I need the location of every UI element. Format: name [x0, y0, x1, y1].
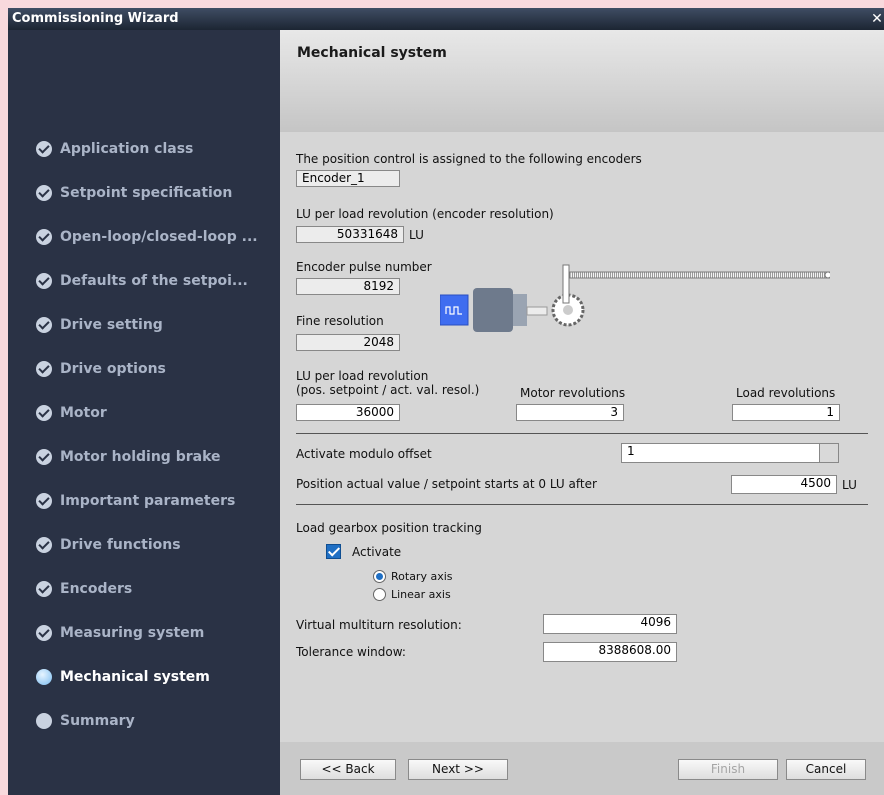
lu-position-label-line1: LU per load revolution	[296, 369, 429, 383]
pending-step-icon	[36, 713, 52, 729]
section-divider-2	[296, 504, 868, 505]
linear-axis-label: Linear axis	[391, 588, 451, 601]
rotary-axis-radio[interactable]	[373, 570, 386, 583]
load-revolutions-field[interactable]: 1	[732, 404, 840, 421]
modulo-offset-label: Activate modulo offset	[296, 447, 432, 461]
sidebar-item-label: Motor holding brake	[60, 449, 221, 465]
title-bar: Commissioning Wizard ✕	[8, 8, 884, 30]
sidebar-item-drive-functions[interactable]: Drive functions	[36, 534, 181, 556]
check-circle-icon	[36, 229, 52, 245]
pulse-field: 8192	[296, 278, 400, 295]
commissioning-wizard-window: Commissioning Wizard ✕ Application class…	[8, 8, 884, 795]
sidebar-item-label: Important parameters	[60, 493, 236, 509]
activate-checkbox[interactable]	[326, 544, 341, 559]
sidebar-item-label: Defaults of the setpoi...	[60, 273, 248, 289]
check-circle-icon	[36, 405, 52, 421]
position-start-field[interactable]: 4500	[731, 475, 837, 494]
motor-flange	[513, 294, 527, 326]
back-button[interactable]: << Back	[300, 759, 396, 780]
gear-hub	[563, 305, 573, 315]
check-circle-icon	[36, 185, 52, 201]
position-start-unit: LU	[842, 478, 857, 492]
active-step-icon	[36, 669, 52, 685]
section-divider	[296, 433, 868, 434]
rack-end	[824, 271, 830, 279]
lu-encoder-field: 50331648	[296, 226, 404, 243]
sidebar-item-label: Encoders	[60, 581, 133, 597]
sidebar-item-label: Drive functions	[60, 537, 181, 553]
sidebar-item-defaults-of-the-setpoi[interactable]: Defaults of the setpoi...	[36, 270, 248, 292]
dropdown-button[interactable]	[819, 444, 838, 462]
check-circle-icon	[36, 581, 52, 597]
close-icon[interactable]: ✕	[870, 8, 884, 30]
sidebar-item-label: Drive options	[60, 361, 166, 377]
lu-encoder-unit: LU	[409, 228, 424, 242]
multiturn-field[interactable]: 4096	[543, 614, 677, 634]
linear-axis-radio[interactable]	[373, 588, 386, 601]
gearbox-tracking-label: Load gearbox position tracking	[296, 521, 482, 535]
check-circle-icon	[36, 273, 52, 289]
sidebar-item-important-parameters[interactable]: Important parameters	[36, 490, 235, 512]
motor-revolutions-field[interactable]: 3	[516, 404, 624, 421]
sidebar-item-mechanical-system[interactable]: Mechanical system	[36, 666, 210, 688]
encoder-field: Encoder_1	[296, 170, 400, 187]
check-circle-icon	[36, 141, 52, 157]
tolerance-label: Tolerance window:	[296, 645, 406, 659]
load-revolutions-label: Load revolutions	[736, 386, 836, 400]
rack-vertical	[562, 264, 570, 304]
sidebar-item-drive-options[interactable]: Drive options	[36, 358, 166, 380]
next-button[interactable]: Next >>	[408, 759, 508, 780]
cancel-button[interactable]: Cancel	[786, 759, 866, 780]
encoders-label: The position control is assigned to the …	[296, 152, 642, 166]
check-circle-icon	[36, 625, 52, 641]
lu-position-label-line2: (pos. setpoint / act. val. resol.)	[296, 383, 480, 397]
modulo-offset-select[interactable]: 1	[621, 443, 839, 463]
fine-resolution-field: 2048	[296, 334, 400, 351]
check-circle-icon	[36, 537, 52, 553]
motor-illustration	[440, 264, 830, 332]
sidebar-item-measuring-system[interactable]: Measuring system	[36, 622, 204, 644]
pulse-label: Encoder pulse number	[296, 260, 432, 274]
sidebar-item-label: Drive setting	[60, 317, 163, 333]
sidebar-item-label: Summary	[60, 713, 135, 729]
motor-revolutions-label: Motor revolutions	[520, 386, 626, 400]
sidebar-item-label: Application class	[60, 141, 194, 157]
tolerance-field[interactable]: 8388608.00	[543, 642, 677, 662]
sidebar-item-summary[interactable]: Summary	[36, 710, 135, 732]
mechanical-system-form: The position control is assigned to the …	[280, 132, 884, 742]
sidebar-item-setpoint-specification[interactable]: Setpoint specification	[36, 182, 232, 204]
finish-button: Finish	[678, 759, 778, 780]
check-circle-icon	[36, 493, 52, 509]
sidebar-item-motor-holding-brake[interactable]: Motor holding brake	[36, 446, 221, 468]
sidebar-item-application-class[interactable]: Application class	[36, 138, 193, 160]
lu-encoder-label: LU per load revolution (encoder resoluti…	[296, 207, 554, 221]
position-start-label: Position actual value / setpoint starts …	[296, 477, 597, 491]
page-title: Mechanical system	[297, 45, 447, 61]
sidebar-item-label: Setpoint specification	[60, 185, 233, 201]
check-circle-icon	[36, 317, 52, 333]
window-title: Commissioning Wizard	[12, 11, 179, 26]
check-circle-icon	[36, 361, 52, 377]
wizard-footer: << Back Next >> Finish Cancel	[280, 742, 884, 795]
sidebar-item-motor[interactable]: Motor	[36, 402, 107, 424]
sidebar-item-label: Motor	[60, 405, 107, 421]
fine-resolution-label: Fine resolution	[296, 314, 384, 328]
sidebar-item-drive-setting[interactable]: Drive setting	[36, 314, 163, 336]
modulo-offset-value: 1	[627, 444, 635, 458]
check-circle-icon	[36, 449, 52, 465]
activate-label: Activate	[352, 545, 402, 559]
lu-position-field[interactable]: 36000	[296, 404, 400, 421]
sidebar-item-label: Mechanical system	[60, 669, 210, 685]
sidebar-item-label: Open-loop/closed-loop ...	[60, 229, 258, 245]
rotary-axis-label: Rotary axis	[391, 570, 453, 583]
page-header: Mechanical system	[280, 30, 884, 132]
wizard-step-sidebar: Application class Setpoint specification O…	[8, 30, 280, 795]
motor-shaft	[526, 306, 548, 316]
motor-body	[473, 288, 513, 332]
sidebar-item-label: Measuring system	[60, 625, 205, 641]
sidebar-item-open-loop-closed-loop[interactable]: Open-loop/closed-loop ...	[36, 226, 258, 248]
sidebar-item-encoders[interactable]: Encoders	[36, 578, 132, 600]
multiturn-label: Virtual multiturn resolution:	[296, 618, 462, 632]
